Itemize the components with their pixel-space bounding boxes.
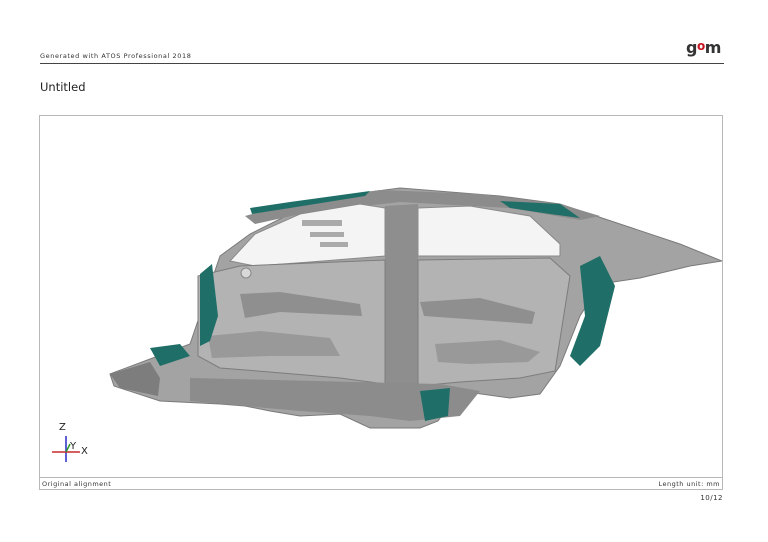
axis-triad <box>52 436 80 462</box>
header-divider <box>40 63 724 64</box>
axis-label-x: X <box>81 446 88 457</box>
page-number: 10/12 <box>700 494 723 502</box>
deviation-sill <box>420 388 450 421</box>
scan-fragment <box>302 220 342 226</box>
front-fender <box>110 362 160 396</box>
axis-label-y: Y <box>70 441 77 452</box>
scan-fragment <box>310 232 344 237</box>
car-side-scan <box>109 187 722 429</box>
alignment-label: Original alignment <box>42 480 112 488</box>
gom-logo: gom <box>686 38 721 57</box>
front-door <box>197 259 386 385</box>
generator-text: Generated with ATOS Professional 2018 <box>40 52 192 60</box>
length-unit-label: Length unit: mm <box>658 480 720 488</box>
logo-text: gom <box>686 38 721 57</box>
report-title: Untitled <box>40 80 86 94</box>
scan-fragment <box>320 242 348 247</box>
viewport-footer: Original alignment Length unit: mm <box>39 478 723 490</box>
rear-door <box>417 257 571 387</box>
axis-label-z: Z <box>59 422 66 433</box>
side-mirror <box>240 267 252 279</box>
3d-viewport[interactable]: Z Y X <box>39 115 723 478</box>
